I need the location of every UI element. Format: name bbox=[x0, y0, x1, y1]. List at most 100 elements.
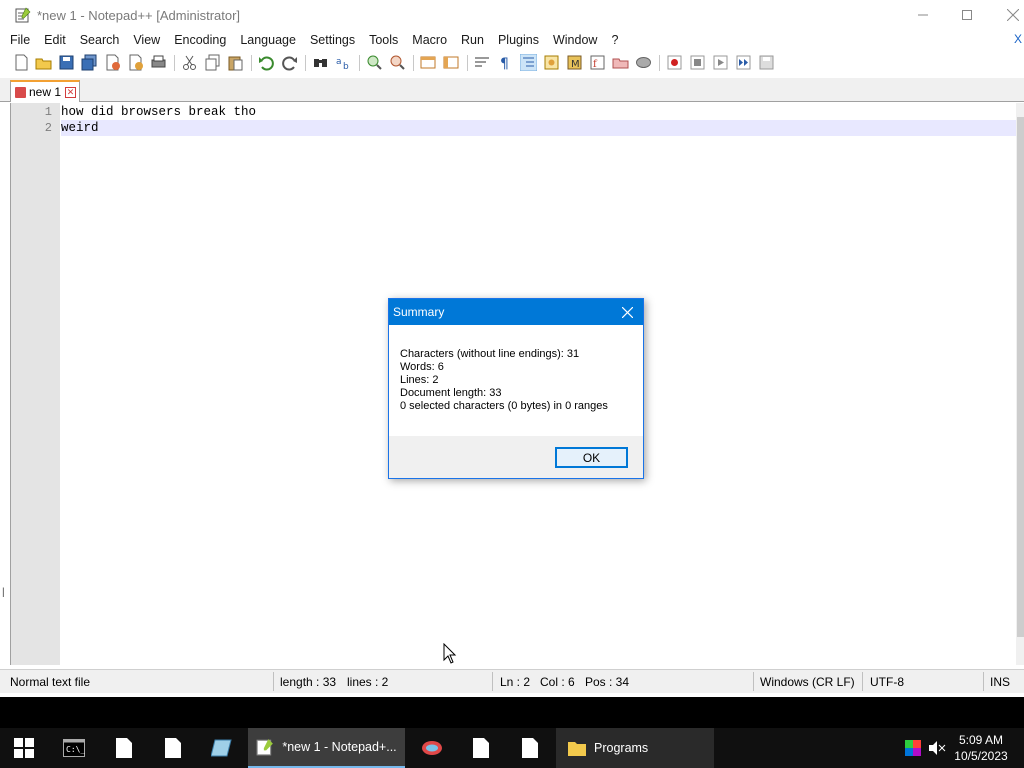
summary-characters: Characters (without line endings): 31 bbox=[400, 348, 580, 360]
menu-run[interactable]: Run bbox=[461, 30, 484, 50]
run-macro-multiple-icon[interactable] bbox=[735, 54, 752, 71]
line-number: 1 bbox=[44, 105, 52, 119]
close-all-icon[interactable] bbox=[127, 54, 144, 71]
close-document-button[interactable]: X bbox=[1014, 32, 1022, 46]
document-icon bbox=[165, 738, 181, 758]
replace-icon[interactable]: ab bbox=[335, 54, 352, 71]
color-palette-icon[interactable] bbox=[905, 740, 921, 756]
status-divider bbox=[983, 672, 984, 691]
show-all-chars-icon[interactable]: ¶ bbox=[497, 54, 514, 71]
function-list-icon[interactable]: f bbox=[589, 54, 606, 71]
mouse-cursor-icon bbox=[443, 643, 457, 664]
taskbar-notepadpp[interactable]: *new 1 - Notepad+... bbox=[248, 728, 405, 768]
menu-help[interactable]: ? bbox=[611, 30, 618, 50]
scrollbar-thumb[interactable] bbox=[1017, 117, 1024, 637]
menu-language[interactable]: Language bbox=[240, 30, 296, 50]
doc-map-icon[interactable]: M bbox=[566, 54, 583, 71]
save-macro-icon[interactable] bbox=[758, 54, 775, 71]
cut-icon[interactable] bbox=[181, 54, 198, 71]
code-line-current[interactable]: weird bbox=[61, 120, 1016, 136]
toolbar-separator bbox=[659, 55, 660, 71]
menu-macro[interactable]: Macro bbox=[412, 30, 447, 50]
svg-text:C:\_: C:\_ bbox=[66, 745, 85, 754]
splitter-handle[interactable]: | bbox=[2, 587, 5, 598]
find-icon[interactable] bbox=[312, 54, 329, 71]
copy-icon[interactable] bbox=[204, 54, 221, 71]
maximize-button[interactable] bbox=[944, 0, 990, 30]
taskbar-app-3[interactable] bbox=[198, 728, 246, 768]
paste-icon[interactable] bbox=[227, 54, 244, 71]
tab-new-1[interactable]: new 1 ✕ bbox=[10, 80, 80, 102]
minimize-icon bbox=[918, 14, 928, 16]
menu-encoding[interactable]: Encoding bbox=[174, 30, 226, 50]
redo-icon[interactable] bbox=[281, 54, 298, 71]
editor-left-margin: | bbox=[0, 103, 10, 665]
open-file-icon[interactable] bbox=[35, 54, 52, 71]
svg-text:¶: ¶ bbox=[500, 56, 509, 71]
volume-muted-icon[interactable] bbox=[928, 740, 946, 756]
menu-tools[interactable]: Tools bbox=[369, 30, 398, 50]
taskbar-file-1[interactable] bbox=[100, 728, 148, 768]
toolbar-separator bbox=[251, 55, 252, 71]
new-file-icon[interactable] bbox=[13, 54, 30, 71]
undo-icon[interactable] bbox=[258, 54, 275, 71]
terminal-icon: C:\_ bbox=[63, 739, 85, 757]
menu-plugins[interactable]: Plugins bbox=[498, 30, 539, 50]
svg-text:b: b bbox=[343, 62, 349, 71]
summary-lines: Lines: 2 bbox=[400, 374, 439, 386]
toolbar-separator bbox=[305, 55, 306, 71]
taskbar-cmd[interactable]: C:\_ bbox=[50, 728, 98, 768]
taskbar-programs[interactable]: Programs bbox=[556, 728, 714, 768]
close-icon bbox=[621, 306, 633, 318]
status-pos: Pos : 34 bbox=[585, 675, 630, 689]
taskbar-file-4[interactable] bbox=[506, 728, 554, 768]
status-divider bbox=[492, 672, 493, 691]
taskbar-file-2[interactable] bbox=[149, 728, 197, 768]
line-number-gutter: 1 2 bbox=[11, 103, 60, 665]
zoom-out-icon[interactable] bbox=[389, 54, 406, 71]
toolbar-separator bbox=[467, 55, 468, 71]
menu-window[interactable]: Window bbox=[553, 30, 597, 50]
line-number: 2 bbox=[44, 121, 52, 135]
folder-workspace-icon[interactable] bbox=[612, 54, 629, 71]
ok-button[interactable]: OK bbox=[555, 447, 628, 468]
sync-vertical-icon[interactable] bbox=[420, 54, 437, 71]
stop-macro-icon[interactable] bbox=[689, 54, 706, 71]
menu-bar: File Edit Search View Encoding Language … bbox=[0, 30, 1024, 50]
save-all-icon[interactable] bbox=[81, 54, 98, 71]
status-ln: Ln : 2 bbox=[500, 675, 531, 689]
word-wrap-icon[interactable] bbox=[474, 54, 491, 71]
taskbar-paint[interactable] bbox=[408, 728, 456, 768]
status-col: Col : 6 bbox=[540, 675, 575, 689]
taskbar: C:\_ *new 1 - Notepad+... Programs 5:09 … bbox=[0, 728, 1024, 768]
print-icon[interactable] bbox=[150, 54, 167, 71]
save-icon[interactable] bbox=[58, 54, 75, 71]
menu-view[interactable]: View bbox=[133, 30, 160, 50]
indent-guide-icon[interactable] bbox=[520, 54, 537, 71]
tab-label: new 1 bbox=[29, 85, 62, 99]
status-bar: Normal text file length : 33 lines : 2 L… bbox=[0, 669, 1024, 693]
tab-close-icon[interactable]: ✕ bbox=[65, 86, 77, 98]
taskbar-file-3[interactable] bbox=[457, 728, 505, 768]
dialog-body: Characters (without line endings): 31 Wo… bbox=[389, 325, 643, 436]
summary-dialog: Summary Characters (without line endings… bbox=[388, 298, 644, 479]
menu-edit[interactable]: Edit bbox=[44, 30, 66, 50]
play-macro-icon[interactable] bbox=[712, 54, 729, 71]
close-button[interactable] bbox=[990, 0, 1024, 30]
system-clock[interactable]: 5:09 AM 10/5/2023 bbox=[953, 732, 1009, 764]
code-line[interactable]: how did browsers break tho bbox=[61, 104, 1016, 120]
close-file-icon[interactable] bbox=[104, 54, 121, 71]
taskbar-programs-label: Programs bbox=[594, 741, 649, 755]
monitoring-icon[interactable] bbox=[635, 54, 652, 71]
zoom-in-icon[interactable] bbox=[366, 54, 383, 71]
minimize-button[interactable] bbox=[900, 0, 946, 30]
summary-words: Words: 6 bbox=[400, 361, 444, 373]
dialog-close-button[interactable] bbox=[615, 302, 639, 322]
record-macro-icon[interactable] bbox=[666, 54, 683, 71]
sync-horizontal-icon[interactable] bbox=[443, 54, 460, 71]
menu-search[interactable]: Search bbox=[80, 30, 120, 50]
user-language-icon[interactable] bbox=[543, 54, 560, 71]
start-button[interactable] bbox=[0, 728, 48, 768]
menu-file[interactable]: File bbox=[10, 30, 30, 50]
menu-settings[interactable]: Settings bbox=[310, 30, 355, 50]
